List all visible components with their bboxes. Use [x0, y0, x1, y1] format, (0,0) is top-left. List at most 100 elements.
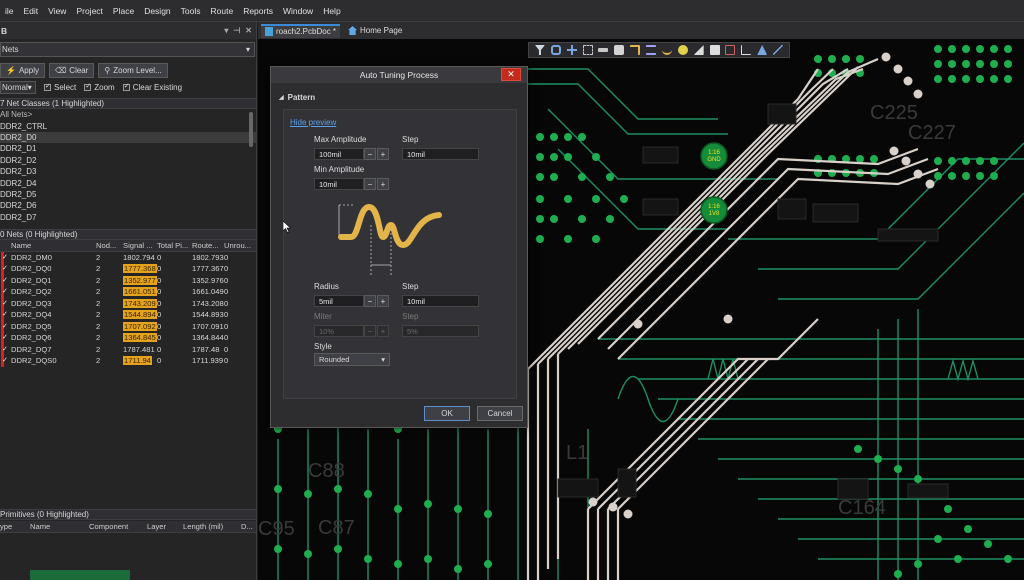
minus-button[interactable]: − [364, 178, 376, 190]
close-icon[interactable]: ✕ [245, 26, 252, 35]
cross-probe-icon[interactable] [566, 45, 577, 55]
route-icon[interactable] [550, 45, 561, 55]
apply-button[interactable]: ⚡ Apply [0, 63, 45, 78]
style-select[interactable]: Rounded ▾ [314, 353, 390, 366]
interactive-route-icon[interactable] [630, 45, 641, 55]
tab-home-page[interactable]: Home Page [344, 24, 406, 38]
list-item[interactable]: DDR2_D2 [0, 155, 256, 166]
minus-button[interactable]: − [364, 325, 376, 337]
list-item[interactable]: DDR2_D6 [0, 200, 256, 211]
miter-input[interactable]: 10% [314, 325, 364, 337]
zoom-level-button[interactable]: ⚲ Zoom Level... [98, 63, 168, 78]
list-item[interactable]: All Nets> [0, 109, 256, 120]
plus-button[interactable]: + [377, 148, 389, 160]
pattern-section-toggle[interactable]: ◢ Pattern [279, 93, 315, 102]
minus-button[interactable]: − [364, 148, 376, 160]
plus-button[interactable]: + [377, 295, 389, 307]
via-1v8[interactable]: 1:16 1V8 [700, 196, 728, 224]
list-item[interactable]: DDR2_D7 [0, 212, 256, 223]
col-layer[interactable]: Layer [147, 522, 183, 531]
list-item[interactable]: DDR2_CTRL [0, 120, 256, 131]
table-row[interactable]: DDR2_DQ321743.20901743.2080 [0, 297, 256, 310]
polygon-icon[interactable] [709, 45, 720, 55]
menu-route[interactable]: Route [206, 6, 239, 16]
menu-reports[interactable]: Reports [238, 6, 278, 16]
dialog-close-button[interactable]: ✕ [501, 68, 521, 81]
via-icon[interactable] [677, 45, 688, 55]
list-item[interactable]: DDR2_D4 [0, 177, 256, 188]
col-nodes[interactable]: Nod... [96, 241, 123, 250]
align-icon[interactable] [598, 48, 609, 52]
menu-edit[interactable]: Edit [19, 6, 44, 16]
menu-design[interactable]: Design [139, 6, 175, 16]
fill-icon[interactable] [693, 45, 704, 55]
keepout-icon[interactable] [725, 45, 736, 55]
col-unrouted[interactable]: Unrou... [224, 241, 254, 250]
net-name: DDR2_DQ3 [11, 298, 52, 308]
menu-help[interactable]: Help [318, 6, 345, 16]
line-icon[interactable] [773, 45, 784, 55]
menu-project[interactable]: Project [71, 6, 107, 16]
select-checkbox[interactable]: Select [44, 82, 76, 92]
diff-pair-icon[interactable] [646, 45, 657, 55]
via-gnd[interactable]: 1:16 GND [700, 142, 728, 170]
minus-button[interactable]: − [364, 295, 376, 307]
table-row[interactable]: DDR2_DM021802.79401802.7930 [0, 251, 256, 264]
col-routed[interactable]: Route... [192, 241, 224, 250]
dialog-title-bar[interactable]: Auto Tuning Process ✕ [271, 67, 527, 83]
table-row[interactable]: DDR2_DQ521707.09201707.0910 [0, 320, 256, 333]
style-label: Style [314, 342, 332, 351]
table-row[interactable]: DDR2_DQ621364.84501364.8440 [0, 332, 256, 344]
col-d[interactable]: D... [241, 522, 255, 531]
menu-view[interactable]: View [43, 6, 71, 16]
string-icon[interactable] [757, 45, 768, 55]
list-item[interactable]: DDR2_D3 [0, 166, 256, 177]
length-tune-icon[interactable] [661, 45, 672, 55]
ok-button[interactable]: OK [424, 406, 470, 421]
select-rect-icon[interactable] [582, 45, 593, 55]
table-row[interactable]: DDR2_DQS021711.9401711.9390 [0, 355, 256, 367]
tab-pcbdoc[interactable]: roach2.PcbDoc * [261, 23, 341, 38]
max-amplitude-step-input[interactable]: 10mil [402, 148, 479, 160]
place-component-icon[interactable] [614, 45, 625, 55]
filter-icon[interactable] [534, 45, 545, 55]
col-length[interactable]: Length (mil) [183, 522, 241, 531]
table-row[interactable]: DDR2_DQ721787.48101787.480 [0, 343, 256, 356]
col-component[interactable]: Component [89, 522, 147, 531]
panel-menu-icon[interactable]: ▾ [224, 26, 228, 35]
menu-window[interactable]: Window [278, 6, 318, 16]
max-amplitude-input[interactable]: 100mil [314, 148, 364, 160]
mask-mode-select[interactable]: Normal ▾ [0, 81, 36, 94]
list-item-selected[interactable]: DDR2_D0 [0, 131, 256, 144]
clear-button[interactable]: ⌫ Clear [48, 63, 95, 78]
list-item[interactable]: DDR2_D5 [0, 189, 256, 200]
table-row[interactable]: DDR2_DQ221661.05101661.0490 [0, 286, 256, 298]
radius-step-input[interactable]: 10mil [402, 295, 479, 307]
scrollbar[interactable] [249, 112, 253, 147]
cancel-button[interactable]: Cancel [477, 406, 523, 421]
dimension-icon[interactable] [741, 45, 752, 55]
miter-step-input[interactable]: 5% [402, 325, 479, 337]
col-name[interactable]: Name [9, 241, 96, 250]
col-signal[interactable]: Signal ... [123, 241, 157, 250]
hide-preview-link[interactable]: Hide preview [290, 118, 336, 127]
menu-place[interactable]: Place [108, 6, 139, 16]
table-row[interactable]: DDR2_DQ021777.36801777.3670 [0, 263, 256, 275]
plus-button[interactable]: + [377, 325, 389, 337]
radius-input[interactable]: 5mil [314, 295, 364, 307]
board-thumbnail[interactable] [30, 570, 130, 580]
plus-button[interactable]: + [377, 178, 389, 190]
min-amplitude-input[interactable]: 10mil [314, 178, 364, 190]
list-item[interactable]: DDR2_D1 [0, 143, 256, 154]
col-type[interactable]: ype [0, 522, 30, 531]
col-total[interactable]: Total Pi... [157, 241, 192, 250]
pin-icon[interactable]: ⊣ [233, 26, 240, 35]
clear-existing-checkbox[interactable]: Clear Existing [122, 82, 182, 92]
menu-file[interactable]: ile [0, 6, 19, 16]
col-name[interactable]: Name [30, 522, 89, 531]
panel-mode-select[interactable]: Nets ▾ [0, 42, 255, 57]
zoom-checkbox[interactable]: Zoom [84, 82, 115, 92]
table-row[interactable]: DDR2_DQ121352.97701352.9760 [0, 274, 256, 287]
table-row[interactable]: DDR2_DQ421544.89401544.8930 [0, 309, 256, 321]
menu-tools[interactable]: Tools [176, 6, 206, 16]
